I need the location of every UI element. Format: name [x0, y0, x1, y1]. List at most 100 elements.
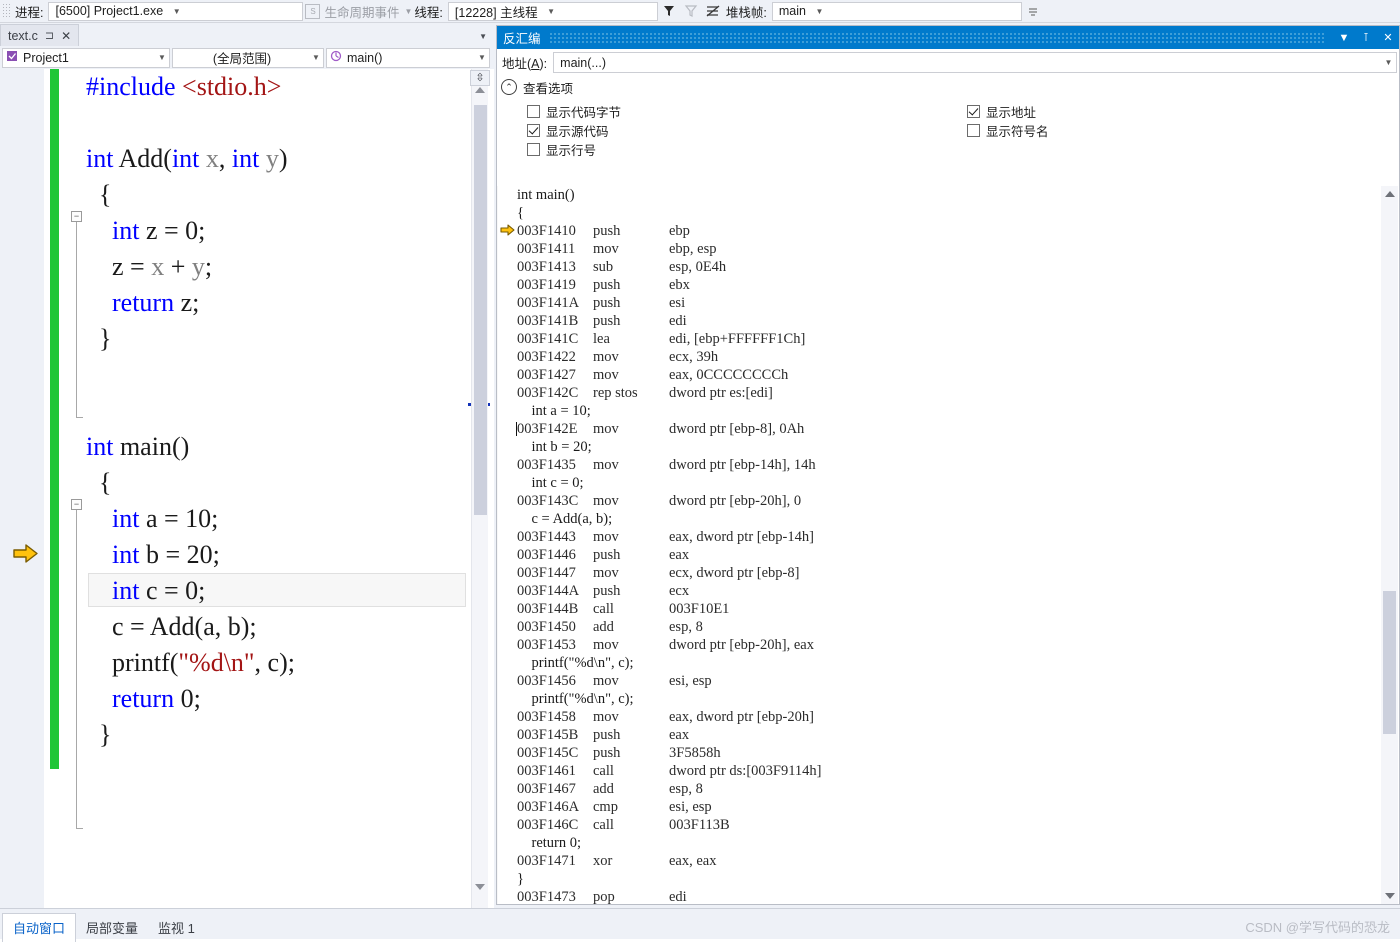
view-options-header[interactable]: ⌃ 查看选项	[497, 76, 1399, 98]
text-caret	[516, 422, 517, 436]
close-icon[interactable]: ✕	[61, 29, 71, 43]
disassembly-instruction-row[interactable]: 003F141Cleaedi, [ebp+FFFFFF1Ch]	[498, 330, 1381, 348]
flag-outline-icon[interactable]	[680, 1, 702, 21]
source-code-text[interactable]: #include <stdio.h>int Add(int x, int y) …	[86, 69, 466, 753]
instruction-operands: eax, 0CCCCCCCCh	[669, 367, 788, 383]
scope-combo[interactable]: (全局范围) ▼	[172, 48, 324, 68]
disassembly-vertical-scrollbar[interactable]	[1381, 186, 1398, 904]
address-input[interactable]: main(...) ▼	[553, 52, 1397, 73]
disassembly-instruction-row[interactable]: 003F145Cpush3F5858h	[498, 744, 1381, 762]
code-token: 0;	[174, 684, 201, 713]
process-combo[interactable]: [6500] Project1.exe ▼	[48, 2, 303, 21]
disassembly-instruction-row[interactable]: 003F1467addesp, 8	[498, 780, 1381, 798]
disassembly-instruction-row[interactable]: 003F142Emovdword ptr [ebp-8], 0Ah	[498, 420, 1381, 438]
bottom-tab-2[interactable]: 监视 1	[148, 914, 205, 942]
pin-icon[interactable]: ⊐	[45, 29, 54, 42]
view-option-4[interactable]: 显示符号名	[967, 121, 1049, 140]
disassembly-instruction-row[interactable]: 003F1435movdword ptr [ebp-14h], 14h	[498, 456, 1381, 474]
editor-split-control[interactable]: ⇳	[470, 70, 490, 86]
bottom-tab-0[interactable]: 自动窗口	[2, 913, 76, 942]
disassembly-instruction-row[interactable]: 003F146Acmpesi, esp	[498, 798, 1381, 816]
editor-scroll-thumb[interactable]	[474, 105, 487, 515]
checkbox-checked-icon[interactable]	[527, 124, 540, 137]
flag-icon[interactable]	[658, 1, 680, 21]
disassembly-instruction-row[interactable]: 003F141Apushesi	[498, 294, 1381, 312]
titlebar-drag-handle[interactable]	[549, 32, 1325, 43]
checkbox-unchecked-icon[interactable]	[527, 105, 540, 118]
disassembly-instruction-row[interactable]: 003F142Crep stosdword ptr es:[edi]	[498, 384, 1381, 402]
instruction-operands: eax, eax	[669, 853, 717, 869]
disassembly-instruction-row[interactable]: 003F141Bpushedi	[498, 312, 1381, 330]
pin-icon[interactable]: ⊺	[1355, 31, 1377, 44]
disassembly-instruction-row[interactable]: 003F1411movebp, esp	[498, 240, 1381, 258]
disassembly-instruction-row[interactable]: 003F1461calldword ptr ds:[003F9114h]	[498, 762, 1381, 780]
collapse-chevron-icon[interactable]: ⌃	[501, 79, 517, 95]
view-option-1[interactable]: 显示源代码	[527, 121, 609, 140]
toolbar-overflow-icon[interactable]	[1022, 1, 1044, 21]
disassembly-instruction-row[interactable]: 003F1419pushebx	[498, 276, 1381, 294]
stackframe-label: 堆栈帧:	[726, 2, 767, 21]
chevron-down-icon[interactable]: ▼	[1381, 58, 1396, 67]
disassembly-instruction-row[interactable]: 003F144Bcall003F10E1	[498, 600, 1381, 618]
disassembly-instruction-row[interactable]: 003F1456movesi, esp	[498, 672, 1381, 690]
view-option-2[interactable]: 显示行号	[527, 140, 596, 159]
disassembly-instruction-row[interactable]: 003F145Bpusheax	[498, 726, 1381, 744]
disassembly-instruction-row[interactable]: 003F1450addesp, 8	[498, 618, 1381, 636]
disassembly-instruction-row[interactable]: 003F1413subesp, 0E4h	[498, 258, 1381, 276]
instruction-address: 003F141C	[517, 330, 593, 348]
checkbox-unchecked-icon[interactable]	[967, 124, 980, 137]
disassembly-instruction-row[interactable]: 003F1473popedi	[498, 888, 1381, 904]
project-combo[interactable]: Project1 ▼	[2, 48, 170, 68]
disassembly-instruction-row[interactable]: 003F1422movecx, 39h	[498, 348, 1381, 366]
scroll-down-arrow-icon[interactable]	[475, 884, 485, 890]
hide-threads-icon[interactable]	[702, 1, 724, 21]
disassembly-instruction-row[interactable]: 003F144Apushecx	[498, 582, 1381, 600]
view-option-3[interactable]: 显示地址	[967, 102, 1036, 121]
editor-gutter[interactable]	[0, 69, 44, 908]
disassembly-instruction-row[interactable]: 003F1453movdword ptr [ebp-20h], eax	[498, 636, 1381, 654]
disassembly-instruction-row[interactable]: 003F1458moveax, dword ptr [ebp-20h]	[498, 708, 1381, 726]
disassembly-instruction-row[interactable]: 003F143Cmovdword ptr [ebp-20h], 0	[498, 492, 1381, 510]
instruction-operands: edi	[669, 313, 687, 329]
scroll-down-arrow-icon[interactable]	[1385, 893, 1395, 899]
disassembly-instruction-row[interactable]: 003F146Ccall003F113B	[498, 816, 1381, 834]
tab-overflow-icon[interactable]: ▼	[479, 32, 487, 41]
instruction-operands: dword ptr es:[edi]	[669, 385, 773, 401]
disassembly-scroll-thumb[interactable]	[1383, 591, 1396, 734]
close-icon[interactable]: ✕	[1377, 31, 1399, 44]
disassembly-instruction-row[interactable]: 003F1471xoreax, eax	[498, 852, 1381, 870]
stackframe-combo[interactable]: main ▼	[772, 2, 1022, 21]
disassembly-instruction-row[interactable]: 003F1410pushebp	[498, 222, 1381, 240]
scroll-up-arrow-icon[interactable]	[1385, 191, 1395, 197]
editor-vertical-scrollbar[interactable]	[471, 69, 488, 908]
checkbox-unchecked-icon[interactable]	[527, 143, 540, 156]
bottom-tab-1[interactable]: 局部变量	[76, 914, 148, 942]
thread-label: 线程:	[414, 2, 442, 21]
function-combo[interactable]: main() ▼	[326, 48, 490, 68]
disassembly-instruction-row[interactable]: 003F1443moveax, dword ptr [ebp-14h]	[498, 528, 1381, 546]
document-tab-textc[interactable]: text.c ⊐ ✕	[0, 24, 79, 46]
disassembly-listing[interactable]: int main(){003F1410pushebp003F1411movebp…	[498, 186, 1381, 904]
view-option-0[interactable]: 显示代码字节	[527, 102, 621, 121]
code-token: int	[112, 216, 139, 245]
disassembly-instruction-row[interactable]: 003F1427moveax, 0CCCCCCCCh	[498, 366, 1381, 384]
disassembly-titlebar[interactable]: 反汇编 ▼ ⊺ ✕	[497, 26, 1399, 49]
code-line: }	[86, 717, 466, 753]
instruction-operands: ecx, 39h	[669, 349, 718, 365]
code-token: {	[99, 180, 111, 209]
fold-toggle-main[interactable]: −	[71, 499, 82, 510]
chevron-down-icon[interactable]: ▼	[1333, 32, 1355, 44]
checkbox-checked-icon[interactable]	[967, 105, 980, 118]
instruction-mnemonic: mov	[593, 708, 669, 726]
lifecycle-events-button[interactable]: S 生命周期事件 ▼	[305, 2, 412, 21]
disassembly-instruction-row[interactable]: 003F1447movecx, dword ptr [ebp-8]	[498, 564, 1381, 582]
instruction-address: 003F1471	[517, 852, 593, 870]
toolbar-grip[interactable]	[2, 3, 10, 19]
code-editor-surface[interactable]: − − #include <stdio.h>int Add(int x, int…	[0, 69, 494, 908]
code-token: Add(	[113, 144, 172, 173]
disassembly-instruction-row[interactable]: 003F1446pusheax	[498, 546, 1381, 564]
thread-combo[interactable]: [12228] 主线程 ▼	[448, 2, 658, 21]
scroll-up-arrow-icon[interactable]	[475, 87, 485, 93]
fold-toggle-add[interactable]: −	[71, 211, 82, 222]
fold-column[interactable]: − −	[66, 69, 88, 908]
